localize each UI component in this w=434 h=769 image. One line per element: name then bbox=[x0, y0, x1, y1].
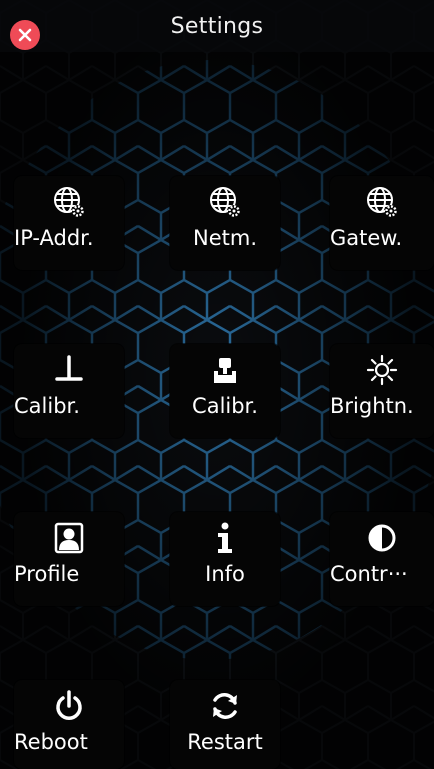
restart-tile[interactable]: Restart bbox=[170, 680, 280, 769]
ip-address-tile[interactable]: IP-Addr. bbox=[14, 176, 124, 270]
tile-label: Reboot bbox=[14, 730, 88, 754]
tile-label: Contr··· bbox=[330, 562, 408, 586]
info-tile[interactable]: Info bbox=[170, 512, 280, 606]
sun-icon bbox=[330, 350, 434, 390]
joystick-icon bbox=[170, 350, 280, 390]
brightness-tile[interactable]: Brightn. bbox=[330, 344, 434, 438]
page-title: Settings bbox=[170, 14, 264, 39]
calibrate-touch-tile[interactable]: Calibr. bbox=[14, 344, 124, 438]
power-icon bbox=[14, 686, 124, 726]
tile-label: Gatew. bbox=[330, 226, 403, 250]
netmask-tile[interactable]: Netm. bbox=[170, 176, 280, 270]
calibrate-crosshair-icon bbox=[14, 350, 124, 390]
globe-gear-icon bbox=[330, 182, 434, 222]
info-icon bbox=[170, 518, 280, 558]
tile-label: Info bbox=[205, 562, 245, 586]
tile-label: Restart bbox=[187, 730, 263, 754]
tile-label: Calibr. bbox=[192, 394, 258, 418]
gateway-tile[interactable]: Gatew. bbox=[330, 176, 434, 270]
contrast-tile[interactable]: Contr··· bbox=[330, 512, 434, 606]
refresh-icon bbox=[170, 686, 280, 726]
globe-gear-icon bbox=[14, 182, 124, 222]
contrast-icon bbox=[330, 518, 434, 558]
profile-tile[interactable]: Profile bbox=[14, 512, 124, 606]
calibrate-joystick-tile[interactable]: Calibr. bbox=[170, 344, 280, 438]
tile-label: Netm. bbox=[193, 226, 257, 250]
reboot-tile[interactable]: Reboot bbox=[14, 680, 124, 769]
user-profile-icon bbox=[14, 518, 124, 558]
tile-label: IP-Addr. bbox=[14, 226, 94, 250]
tile-label: Profile bbox=[14, 562, 80, 586]
tile-label: Calibr. bbox=[14, 394, 80, 418]
globe-gear-icon bbox=[170, 182, 280, 222]
tile-label: Brightn. bbox=[330, 394, 414, 418]
